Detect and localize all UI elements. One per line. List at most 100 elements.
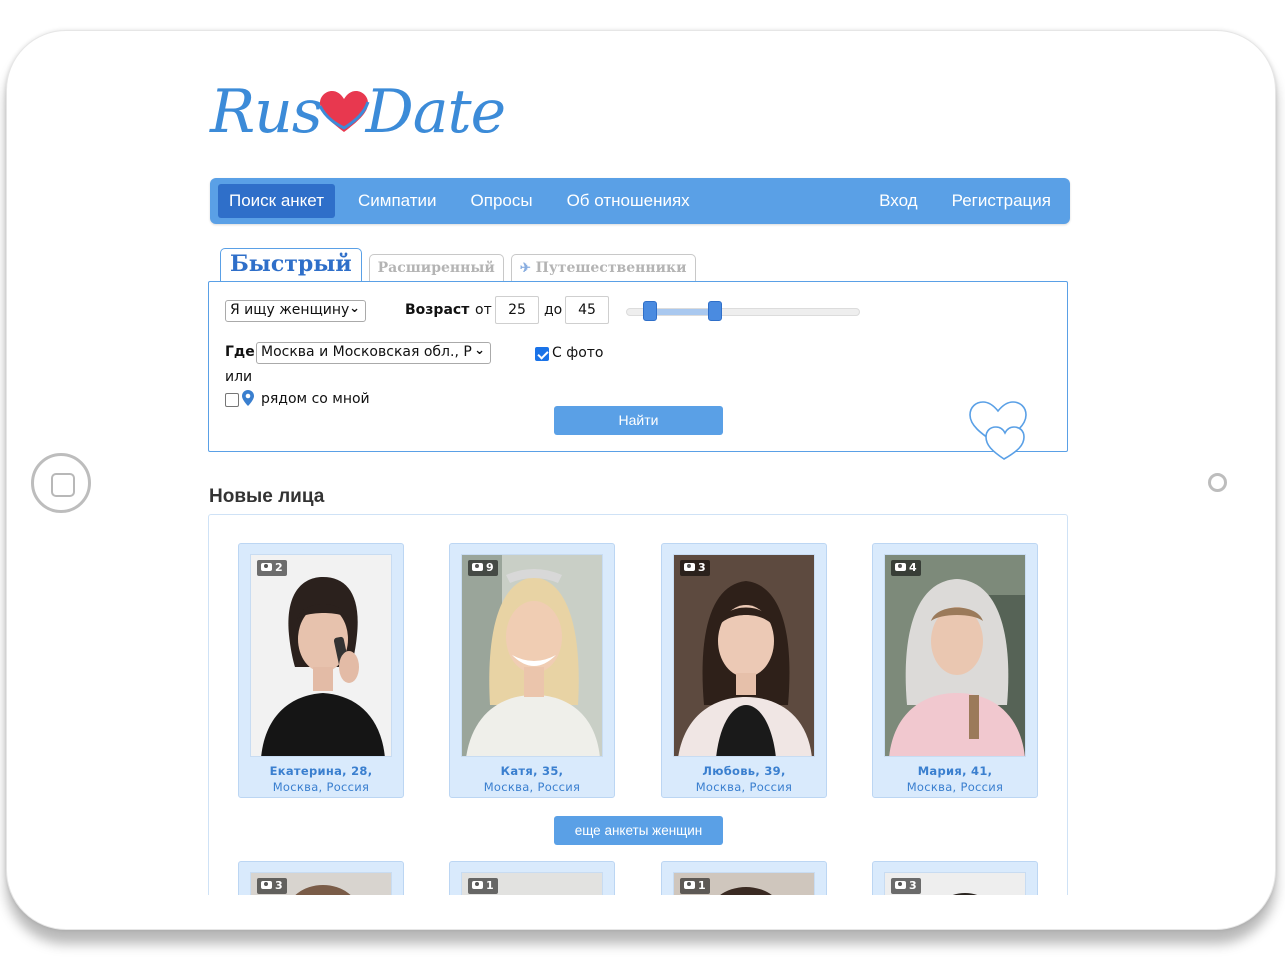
- profile-photo[interactable]: 4: [884, 554, 1026, 757]
- where-label: Где: [225, 344, 255, 360]
- profile-photo-image: [885, 555, 1025, 756]
- nearby-checkbox[interactable]: [225, 393, 239, 407]
- hearts-decoration-icon: [969, 401, 1027, 460]
- photo-count: 1: [698, 879, 706, 892]
- profile-card[interactable]: 3: [872, 861, 1038, 895]
- nav-item-search[interactable]: Поиск анкет: [218, 184, 335, 218]
- age-from-input[interactable]: 25: [495, 296, 539, 324]
- profile-location: Москва, Россия: [695, 780, 793, 794]
- more-women-button[interactable]: еще анкеты женщин: [554, 816, 723, 845]
- plane-icon: ✈: [519, 261, 531, 276]
- profile-card[interactable]: 1: [449, 861, 615, 895]
- age-to-input[interactable]: 45: [565, 296, 609, 324]
- new-faces-title: Новые лица: [209, 486, 325, 507]
- age-slider-range: [650, 309, 716, 315]
- profile-photo[interactable]: 1: [673, 872, 815, 895]
- search-panel: Я ищу женщину ⌄ Возраст от 25 до 45 Где …: [208, 281, 1068, 460]
- new-faces-box: 2 Екатерина, 28, Москва, Россия 9 Катя, …: [208, 514, 1068, 895]
- camera-icon: [261, 563, 272, 571]
- site-logo[interactable]: Rus Date: [210, 76, 506, 148]
- chevron-down-icon: ⌄: [349, 301, 360, 316]
- age-to-label: до: [544, 302, 563, 318]
- profile-photo[interactable]: 9: [461, 554, 603, 757]
- with-photo-checkbox[interactable]: [535, 347, 549, 361]
- photo-count-badge: 2: [257, 560, 287, 576]
- camera-icon: [895, 881, 906, 889]
- nav-item-relationships[interactable]: Об отношениях: [556, 184, 701, 218]
- photo-count: 4: [909, 561, 917, 574]
- tab-quick[interactable]: Быстрый: [220, 248, 362, 282]
- profile-location: Москва, Россия: [272, 780, 370, 794]
- search-tabs: Быстрый Расширенный ✈ Путешественники: [220, 248, 703, 282]
- photo-count: 3: [275, 879, 283, 892]
- camera-icon: [895, 563, 906, 571]
- photo-count: 9: [486, 561, 494, 574]
- profile-name-age[interactable]: Мария, 41,: [873, 764, 1037, 778]
- home-button-icon: [31, 453, 91, 513]
- location-pin-icon: [242, 390, 254, 406]
- tab-travelers-label: Путешественники: [535, 260, 687, 276]
- logo-text-rus: Rus: [210, 77, 323, 147]
- profile-photo[interactable]: 2: [250, 554, 392, 757]
- camera-icon: [472, 563, 483, 571]
- camera-icon: [261, 881, 272, 889]
- location-select[interactable]: Москва и Московская обл., Р ⌄: [256, 342, 491, 364]
- tab-travelers[interactable]: ✈ Путешественники: [510, 254, 696, 282]
- profile-card[interactable]: 3: [238, 861, 404, 895]
- heart-icon: [318, 91, 370, 132]
- profile-name-age[interactable]: Любовь, 39,: [662, 764, 826, 778]
- age-label: Возраст: [405, 302, 470, 318]
- age-from-label: от: [475, 302, 492, 318]
- camera-icon: [472, 881, 483, 889]
- photo-count: 2: [275, 561, 283, 574]
- nav-item-register[interactable]: Регистрация: [941, 184, 1062, 218]
- age-slider-min-handle[interactable]: [643, 301, 657, 321]
- or-label: или: [225, 369, 253, 385]
- find-button[interactable]: Найти: [554, 406, 723, 435]
- looking-for-select[interactable]: Я ищу женщину ⌄: [225, 300, 366, 322]
- profile-name-age[interactable]: Екатерина, 28,: [239, 764, 403, 778]
- with-photo-label: С фото: [552, 345, 604, 361]
- photo-count-badge: 3: [891, 878, 921, 894]
- profile-photo-image: [462, 555, 602, 756]
- tab-extended[interactable]: Расширенный: [368, 254, 504, 282]
- profile-location: Москва, Россия: [483, 780, 581, 794]
- profile-card[interactable]: 4 Мария, 41, Москва, Россия: [872, 543, 1038, 798]
- profile-photo[interactable]: 3: [250, 872, 392, 895]
- looking-for-value: Я ищу женщину: [230, 302, 350, 318]
- profile-card[interactable]: 1: [661, 861, 827, 895]
- profile-photo-image: [251, 555, 391, 756]
- photo-count-badge: 1: [468, 878, 498, 894]
- nav-item-login[interactable]: Вход: [868, 184, 928, 218]
- photo-count-badge: 1: [680, 878, 710, 894]
- camera-icon: [1208, 473, 1227, 492]
- nav-item-polls[interactable]: Опросы: [460, 184, 544, 218]
- logo-text-date: Date: [365, 77, 506, 147]
- camera-icon: [684, 563, 695, 571]
- camera-icon: [684, 881, 695, 889]
- chevron-down-icon: ⌄: [474, 343, 485, 358]
- photo-count: 1: [486, 879, 494, 892]
- photo-count-badge: 9: [468, 560, 498, 576]
- profile-photo[interactable]: 3: [884, 872, 1026, 895]
- nav-item-likes[interactable]: Симпатии: [347, 184, 448, 218]
- photo-count-badge: 3: [257, 878, 287, 894]
- photo-count: 3: [698, 561, 706, 574]
- photo-count-badge: 4: [891, 560, 921, 576]
- nearby-label: рядом со мной: [261, 391, 370, 407]
- profile-name-age[interactable]: Катя, 35,: [450, 764, 614, 778]
- photo-count: 3: [909, 879, 917, 892]
- main-nav: Поиск анкет Симпатии Опросы Об отношения…: [210, 178, 1070, 224]
- age-slider[interactable]: [626, 301, 860, 321]
- screen: Rus Date Поиск анкет Симпатии Опросы Об …: [110, 40, 1170, 895]
- profile-card[interactable]: 3 Любовь, 39, Москва, Россия: [661, 543, 827, 798]
- profile-photo[interactable]: 1: [461, 872, 603, 895]
- profile-photo-image: [674, 555, 814, 756]
- age-slider-max-handle[interactable]: [708, 301, 722, 321]
- profile-card[interactable]: 9 Катя, 35, Москва, Россия: [449, 543, 615, 798]
- location-value: Москва и Московская обл., Р: [261, 344, 472, 360]
- photo-count-badge: 3: [680, 560, 710, 576]
- profile-card[interactable]: 2 Екатерина, 28, Москва, Россия: [238, 543, 404, 798]
- profile-location: Москва, Россия: [906, 780, 1004, 794]
- profile-photo[interactable]: 3: [673, 554, 815, 757]
